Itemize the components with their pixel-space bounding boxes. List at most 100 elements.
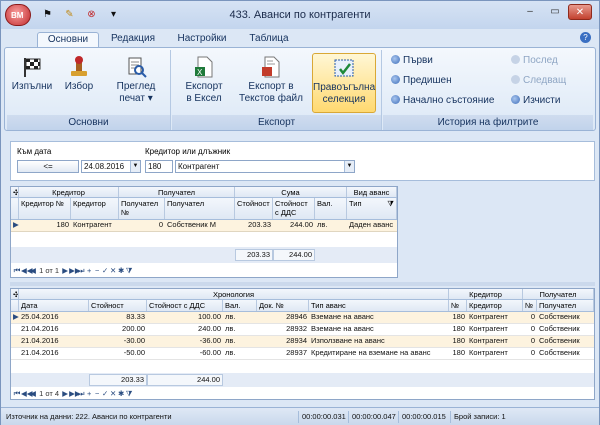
cell: -36.00 (199, 336, 221, 345)
party-code-input[interactable]: 180 (145, 160, 173, 173)
filter-icon[interactable]: ⧩ (387, 199, 394, 208)
history-initial-button[interactable]: Начално състояние (391, 94, 494, 108)
date-operator-button[interactable]: <= (17, 160, 79, 173)
app-window: BM ⚑ ✎ ⊗ ▾ 433. Аванси по контрагенти – … (0, 0, 600, 425)
cell: 21.04.2016 (21, 324, 59, 333)
cell: Собственик (539, 312, 580, 321)
cell: 244.00 (290, 220, 313, 229)
summary-footer: 203.33 244.00 (11, 247, 397, 263)
cell: лв. (317, 220, 328, 229)
row-pointer-icon: ▶ (13, 312, 19, 321)
col-currency[interactable]: Вал. (223, 300, 257, 311)
history-column-header: Дата Стойност Стойност с ДДС Вал. Док. №… (11, 300, 594, 312)
cell: Контрагент (469, 312, 508, 321)
table-row[interactable]: ▶ 25.04.2016 83.33 100.00 лв. 28946 Вземане на… (11, 312, 594, 324)
col-recipient[interactable]: Получател (165, 198, 235, 219)
rect-selection-button[interactable]: Правоъгълна селекция (312, 53, 376, 113)
col-creditor[interactable]: Кредитор (467, 300, 523, 311)
date-input[interactable]: 24.08.2016 ▼ (81, 160, 141, 173)
party-name-select[interactable]: Контрагент ▼ (175, 160, 355, 173)
row-pointer-icon: ▶ (13, 220, 19, 229)
tab-edit[interactable]: Редакция (103, 32, 163, 47)
status-time-2: 00:00:00.047 (349, 411, 399, 423)
print-preview-button[interactable]: Преглед печат ▾ (107, 53, 165, 113)
execute-button[interactable]: Изпълни (11, 53, 53, 113)
date-dropdown-icon[interactable]: ▼ (130, 161, 140, 172)
print-label: печат ▾ (119, 93, 153, 104)
group-advance-type: Вид аванс (347, 187, 397, 197)
group-history-label: История на филтрите (383, 115, 593, 130)
cell: 240.00 (198, 324, 221, 333)
col-value-vat[interactable]: Стойност с ДДС (273, 198, 315, 219)
col-creditor[interactable]: Кредитор (71, 198, 119, 219)
cell: 203.33 (248, 220, 271, 229)
ribbon: Изпълни Избор Преглед печат ▾ Основни X … (4, 47, 596, 131)
cell: -60.00 (199, 348, 221, 357)
cell: 0 (530, 324, 535, 333)
col-currency[interactable]: Вал. (315, 198, 347, 219)
history-next-button[interactable]: Следващ (511, 74, 566, 88)
cell: лв. (225, 336, 236, 345)
col-type[interactable]: Тип ⧩ (347, 198, 397, 219)
tab-table[interactable]: Таблица (241, 32, 297, 47)
status-time-3: 00:00:00.015 (399, 411, 451, 423)
history-first-button[interactable]: Първи (391, 54, 433, 68)
excel-file-icon: X (195, 56, 213, 78)
history-last-button[interactable]: Послед (511, 54, 558, 68)
minimize-icon[interactable]: – (518, 4, 542, 20)
cell: Контрагент (469, 324, 508, 333)
col-value[interactable]: Стойност (235, 198, 273, 219)
cell: лв. (225, 348, 236, 357)
summary-navigator[interactable]: ⏮◀◀◀ 1 от 1 ▶▶▶⏭ + − ✓ ✕ ✱ ⧩ (13, 264, 133, 278)
prev-icon (391, 75, 400, 84)
col-recipient-no[interactable]: № (523, 300, 537, 311)
maximize-icon[interactable]: ▭ (543, 4, 567, 20)
col-date[interactable]: Дата (19, 300, 89, 311)
history-clear-button[interactable]: Изчисти (511, 94, 560, 108)
cell: 28934 (286, 336, 307, 345)
help-icon[interactable]: ? (580, 32, 591, 43)
tab-main[interactable]: Основни (37, 32, 99, 47)
tab-settings[interactable]: Настройки (167, 32, 237, 47)
group-expand-icon[interactable]: ✣ (11, 289, 19, 299)
export-excel-label-2: в Ексел (186, 93, 222, 104)
col-recipient-no[interactable]: Получател № (119, 198, 165, 219)
next-icon (511, 75, 520, 84)
cell: 28937 (286, 348, 307, 357)
history-prev-button[interactable]: Предишен (391, 74, 452, 88)
table-row[interactable]: 21.04.2016 200.00 240.00 лв. 28932 Вземане на… (11, 324, 594, 336)
cell: 25.04.2016 (21, 312, 59, 321)
table-row[interactable]: 21.04.2016 -50.00 -60.00 лв. 28937 Кредитиран… (11, 348, 594, 360)
history-navigator[interactable]: ⏮◀◀◀ 1 от 4 ▶▶▶⏭ + − ✓ ✕ ✱ ⧩ (13, 387, 133, 401)
cell: лв. (225, 324, 236, 333)
table-row[interactable]: ▶ 180 Контрагент 0 Собственик М 203.33 2… (11, 220, 397, 232)
print-preview-icon (128, 57, 147, 78)
cell: Вземане на аванс (311, 312, 374, 321)
close-icon[interactable]: ✕ (568, 4, 592, 20)
group-main-label: Основни (7, 115, 170, 130)
col-advance-type[interactable]: Тип аванс (309, 300, 449, 311)
splitter[interactable] (10, 282, 595, 286)
col-creditor-no[interactable]: № (449, 300, 467, 311)
cell: 180 (452, 324, 465, 333)
table-row[interactable]: 21.04.2016 -30.00 -36.00 лв. 28934 Използване… (11, 336, 594, 348)
select-label: Избор (64, 81, 94, 92)
party-dropdown-icon[interactable]: ▼ (344, 161, 354, 172)
group-expand-icon[interactable]: ✣ (11, 187, 19, 197)
preview-label: Преглед (116, 81, 156, 92)
export-excel-button[interactable]: X Експорт в Ексел (176, 53, 232, 113)
status-record-count: Брой записи: 1 (454, 412, 506, 421)
group-history: Първи Послед Предишен Следващ Начално съ… (383, 50, 593, 130)
ribbon-tabs: Основни Редакция Настройки Таблица (1, 29, 599, 47)
col-value-vat[interactable]: Стойност с ДДС (147, 300, 223, 311)
col-doc-no[interactable]: Док. № (257, 300, 309, 311)
status-time-1: 00:00:00.031 (299, 411, 349, 423)
col-creditor-no[interactable]: Кредитор № (19, 198, 71, 219)
initial-state-icon (391, 95, 400, 104)
col-value[interactable]: Стойност (89, 300, 147, 311)
cell: 100.00 (198, 312, 221, 321)
col-recipient[interactable]: Получател (537, 300, 594, 311)
export-text-label-2: Текстов файл (239, 93, 303, 104)
export-text-button[interactable]: Експорт в Текстов файл (234, 53, 308, 113)
select-button[interactable]: Избор (57, 53, 101, 113)
